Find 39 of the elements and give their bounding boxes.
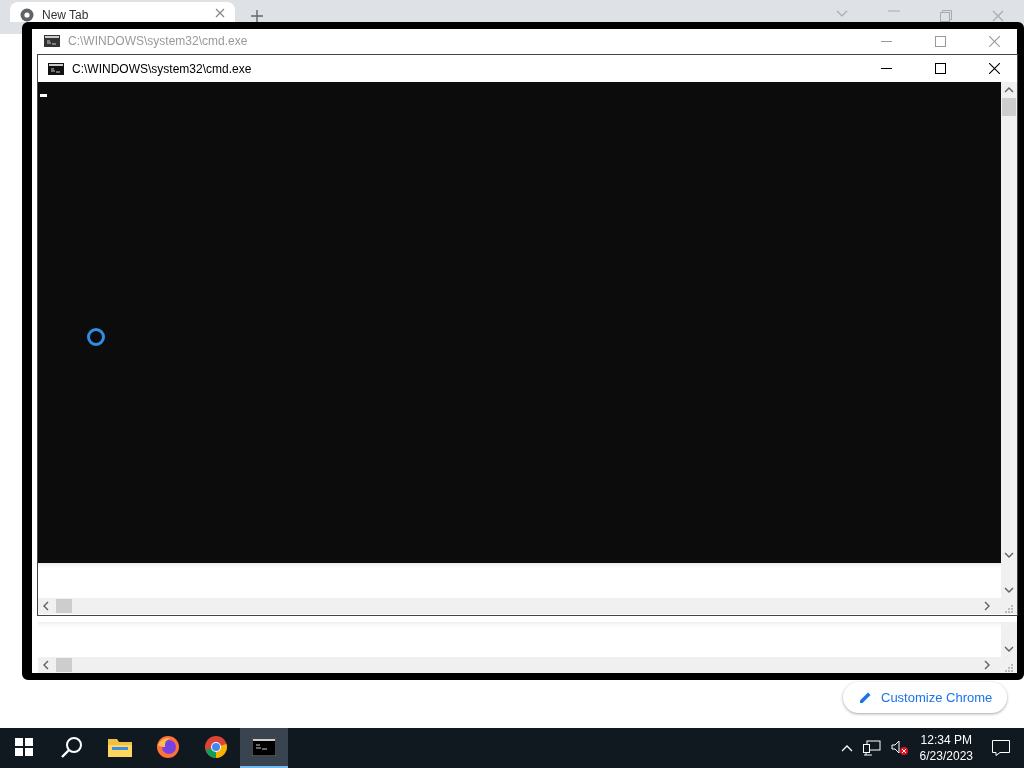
volume-muted-icon[interactable] [890, 740, 909, 756]
browser-tab[interactable]: New Tab [10, 2, 235, 22]
notification-icon[interactable] [992, 740, 1010, 756]
horizontal-scrollbar[interactable] [38, 598, 1017, 614]
windows-logo-icon [15, 738, 33, 756]
plus-icon[interactable] [251, 10, 263, 22]
vertical-scrollbar[interactable] [1001, 82, 1017, 563]
close-icon[interactable] [215, 8, 225, 18]
maximize-icon [934, 35, 946, 47]
text-cursor [40, 94, 47, 97]
scroll-thumb[interactable] [1002, 98, 1016, 116]
window-title: C:\WINDOWS\system32\cmd.exe [68, 34, 248, 48]
close-icon [988, 35, 1000, 47]
scroll-right-icon[interactable] [983, 601, 991, 611]
clock-date[interactable]: 6/23/2023 [919, 748, 973, 764]
minimize-icon [880, 40, 892, 42]
customize-chrome-button[interactable]: Customize Chrome [843, 682, 1008, 713]
terminal-icon [48, 62, 64, 75]
clock-time[interactable]: 12:34 PM [920, 732, 972, 748]
maximize-icon [934, 63, 946, 74]
network-icon[interactable] [862, 740, 881, 756]
close-icon [988, 63, 1000, 74]
scroll-down-icon[interactable] [1004, 551, 1014, 559]
loading-spinner [87, 328, 105, 346]
scroll-left-icon[interactable] [42, 601, 50, 611]
search-icon [61, 736, 83, 758]
scroll-down-icon[interactable] [1004, 586, 1014, 594]
pencil-icon [859, 691, 872, 704]
minimize-icon [880, 68, 892, 69]
taskbar-button[interactable] [240, 728, 288, 768]
terminal-icon [44, 35, 60, 47]
window-title: C:\WINDOWS\system32\cmd.exe [72, 61, 252, 76]
folder-icon [108, 737, 132, 757]
chevron-up-icon[interactable] [840, 744, 853, 752]
terminal-icon [252, 738, 276, 756]
resize-grip-icon[interactable] [1005, 605, 1013, 613]
tab-title: New Tab [42, 8, 90, 22]
scroll-up-icon[interactable] [1004, 86, 1014, 94]
scroll-thumb[interactable] [56, 599, 72, 613]
